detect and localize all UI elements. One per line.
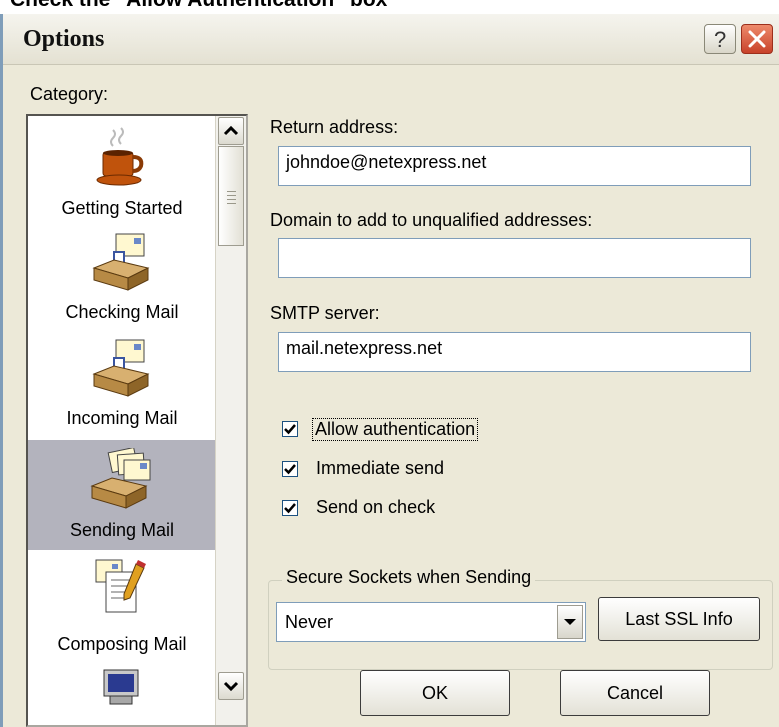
secure-sockets-select[interactable]: Never bbox=[276, 602, 586, 642]
immediate-send-box[interactable] bbox=[282, 461, 298, 477]
category-list: Getting Started Checking Mail Incoming M… bbox=[26, 114, 248, 727]
scroll-thumb[interactable] bbox=[218, 146, 244, 246]
close-icon bbox=[748, 30, 766, 48]
computer-icon bbox=[103, 669, 139, 705]
last-ssl-info-button[interactable]: Last SSL Info bbox=[598, 597, 760, 641]
allow-authentication-label[interactable]: Allow authentication bbox=[312, 418, 479, 441]
mailbox-incoming-icon bbox=[92, 339, 150, 397]
category-scrollbar[interactable] bbox=[215, 116, 246, 725]
return-address-label: Return address: bbox=[270, 117, 399, 137]
secure-sockets-group-title: Secure Sockets when Sending bbox=[282, 567, 536, 588]
category-label-incoming-mail: Incoming Mail bbox=[66, 408, 178, 428]
dropdown-arrow-button[interactable] bbox=[557, 605, 583, 639]
secure-sockets-selected-value: Never bbox=[285, 612, 334, 632]
composing-document-icon bbox=[95, 559, 146, 613]
allow-authentication-box[interactable] bbox=[282, 421, 298, 437]
category-label-checking-mail: Checking Mail bbox=[65, 302, 179, 322]
domain-label: Domain to add to unqualified addresses: bbox=[270, 210, 593, 230]
help-icon: ? bbox=[714, 27, 727, 52]
send-on-check-box[interactable] bbox=[282, 500, 298, 516]
chevron-up-icon bbox=[223, 125, 239, 136]
category-item-sending-mail[interactable]: Sending Mail bbox=[28, 440, 216, 550]
category-label-sending-mail: Sending Mail bbox=[69, 520, 175, 540]
close-button[interactable] bbox=[741, 24, 773, 54]
scroll-down-button[interactable] bbox=[218, 672, 244, 700]
category-item-incoming-mail[interactable]: Incoming Mail bbox=[28, 334, 216, 440]
immediate-send-label[interactable]: Immediate send bbox=[316, 458, 444, 479]
category-label-composing-mail: Composing Mail bbox=[57, 634, 187, 654]
return-address-input[interactable]: johndoe@netexpress.net bbox=[278, 146, 751, 186]
dialog-title: Options bbox=[23, 26, 105, 52]
scroll-up-button[interactable] bbox=[218, 117, 244, 145]
checkmark-icon bbox=[284, 503, 296, 514]
coffee-cup-icon bbox=[96, 127, 144, 186]
chevron-down-icon bbox=[564, 619, 576, 625]
checkmark-icon bbox=[284, 424, 296, 435]
category-label-getting-started: Getting Started bbox=[61, 198, 183, 218]
smtp-server-label: SMTP server: bbox=[270, 303, 380, 323]
instruction-caption: Check the "Allow Authentication" box bbox=[10, 0, 387, 12]
checkmark-icon bbox=[284, 464, 296, 475]
title-bar: Options ? bbox=[3, 14, 779, 65]
category-item-getting-started[interactable]: Getting Started bbox=[28, 116, 216, 228]
ok-button[interactable]: OK bbox=[360, 670, 510, 716]
category-item-composing-mail[interactable]: Composing Mail bbox=[28, 550, 216, 662]
chevron-down-icon bbox=[223, 681, 239, 692]
domain-input[interactable] bbox=[278, 238, 751, 278]
category-item-checking-mail[interactable]: Checking Mail bbox=[28, 228, 216, 334]
send-on-check-label[interactable]: Send on check bbox=[316, 497, 435, 518]
smtp-server-input[interactable]: mail.netexpress.net bbox=[278, 332, 751, 372]
help-button[interactable]: ? bbox=[704, 24, 736, 54]
mailbox-check-icon bbox=[92, 233, 150, 291]
cancel-button[interactable]: Cancel bbox=[560, 670, 710, 716]
category-label: Category: bbox=[30, 84, 109, 104]
mailbox-sending-icon bbox=[90, 448, 151, 509]
